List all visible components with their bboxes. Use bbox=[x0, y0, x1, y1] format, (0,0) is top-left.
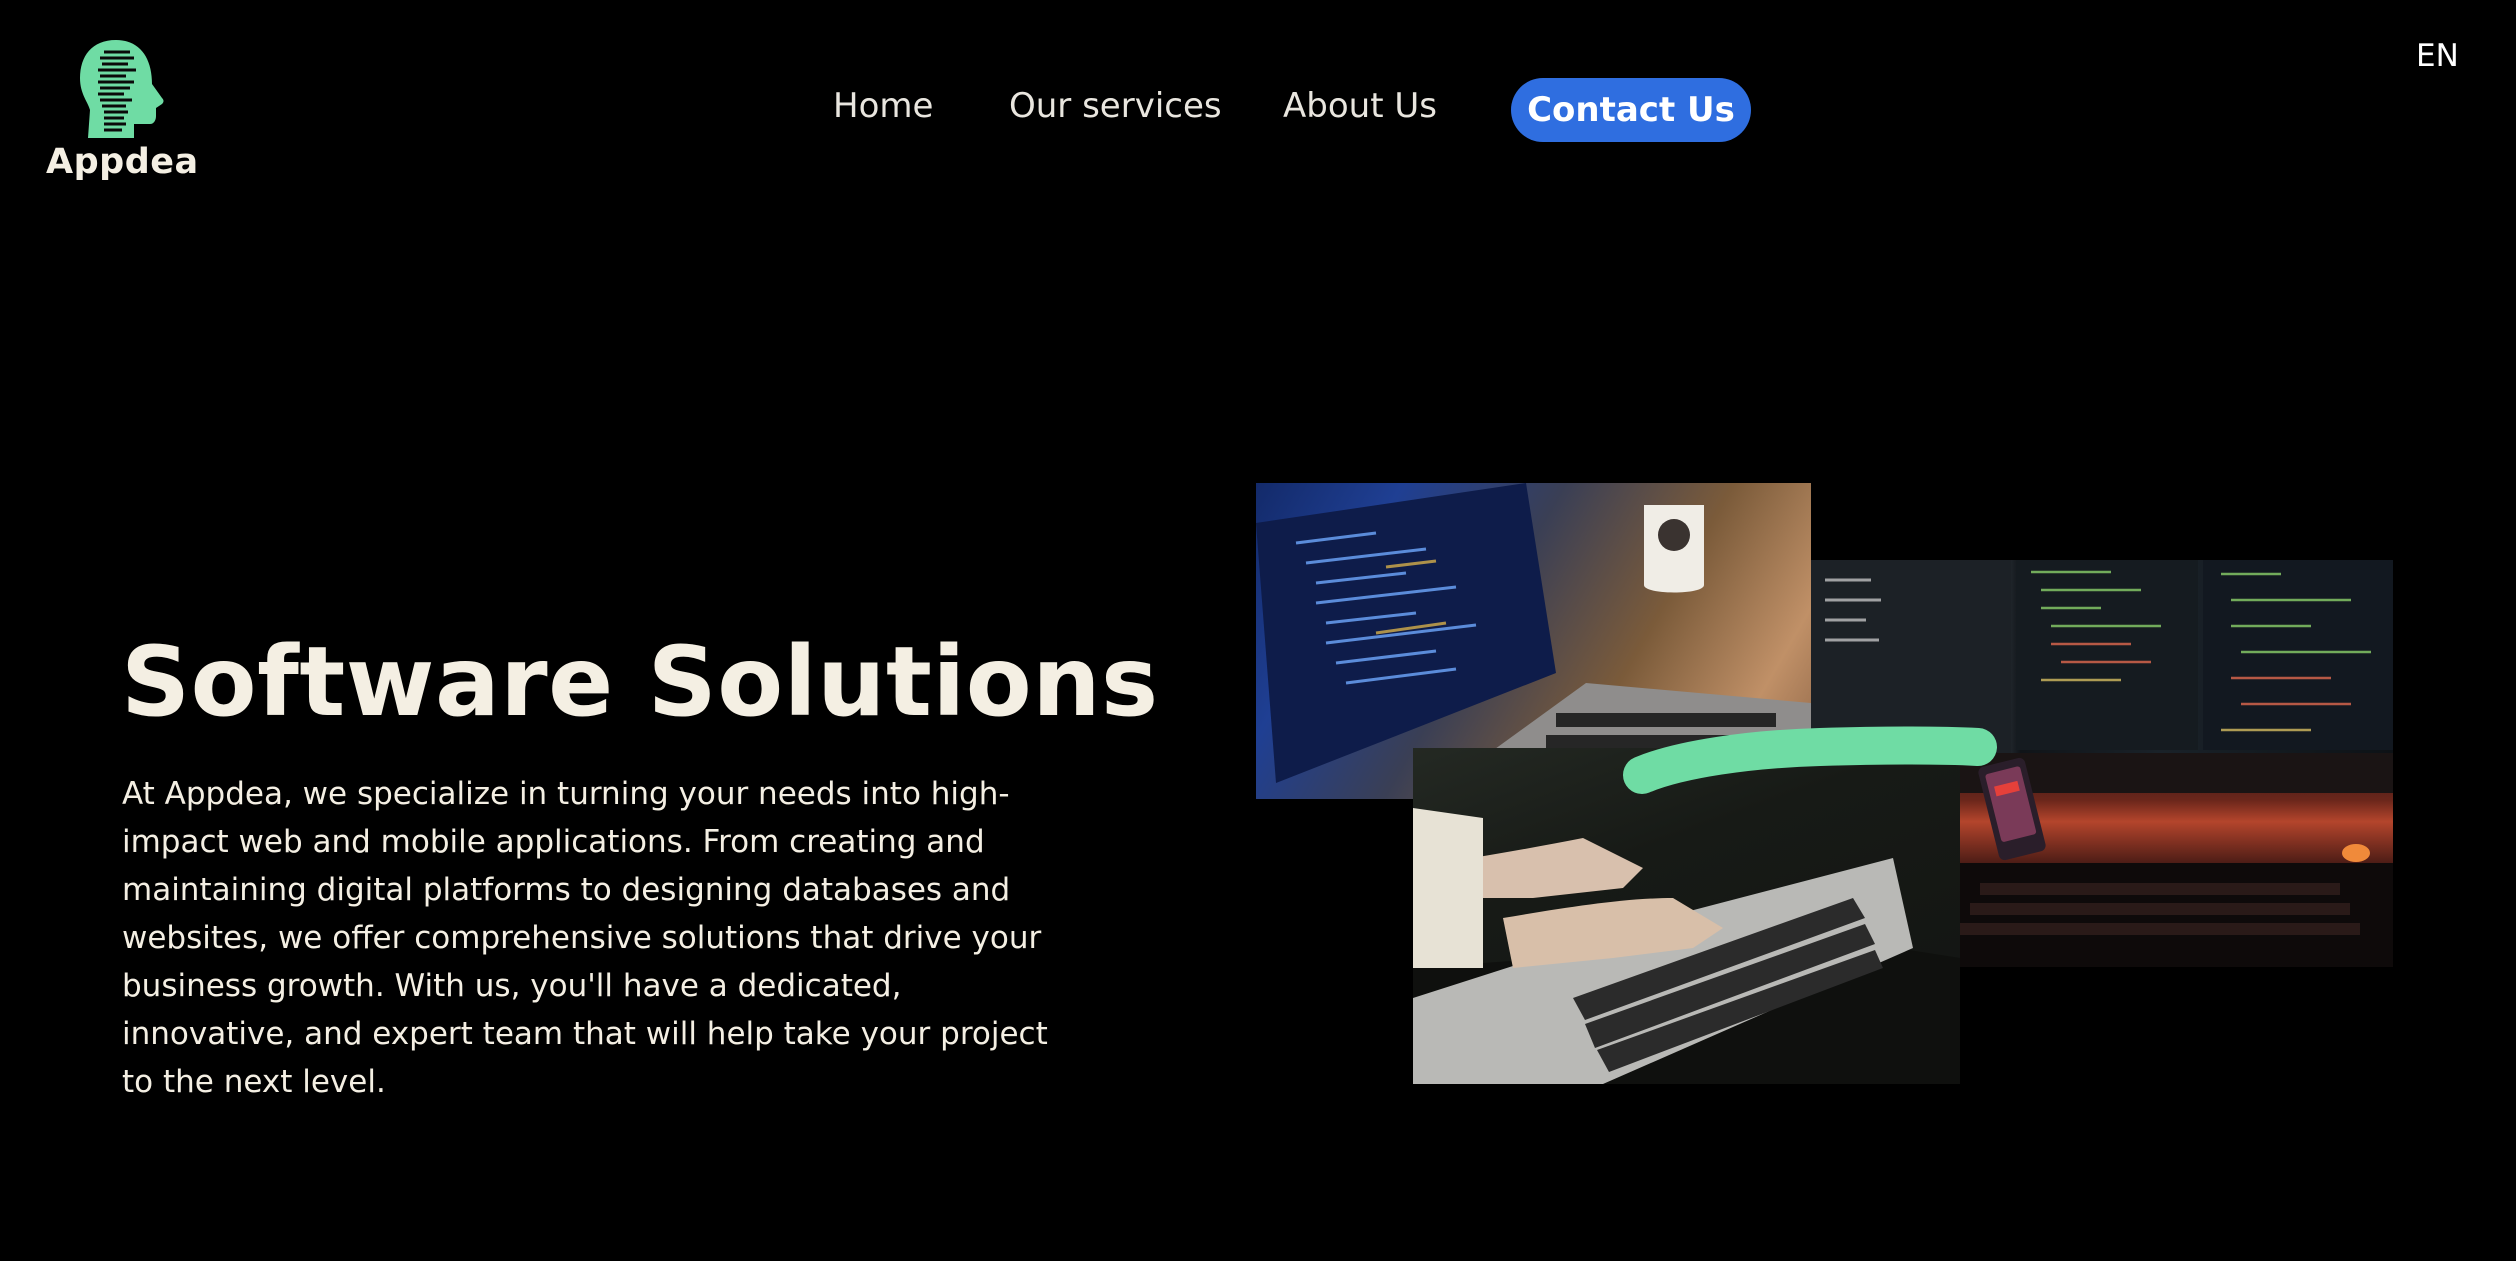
language-selector[interactable]: EN bbox=[2416, 38, 2459, 74]
hero-description: At Appdea, we specialize in turning your… bbox=[122, 776, 1048, 1100]
nav-about-link[interactable]: About Us bbox=[1283, 86, 1437, 126]
nav-home-link[interactable]: Home bbox=[833, 86, 933, 126]
keyboard-phone-photo bbox=[1960, 753, 2393, 967]
contact-us-button[interactable]: Contact Us bbox=[1511, 78, 1751, 142]
head-code-icon bbox=[80, 40, 164, 138]
nav-services-link[interactable]: Our services bbox=[1009, 86, 1222, 126]
logo-text: Appdea bbox=[46, 142, 199, 182]
accent-brush-stroke bbox=[1623, 726, 1997, 794]
appdea-logo[interactable]: Appdea bbox=[46, 38, 199, 188]
hero-title: Software Solutions bbox=[121, 626, 1159, 738]
